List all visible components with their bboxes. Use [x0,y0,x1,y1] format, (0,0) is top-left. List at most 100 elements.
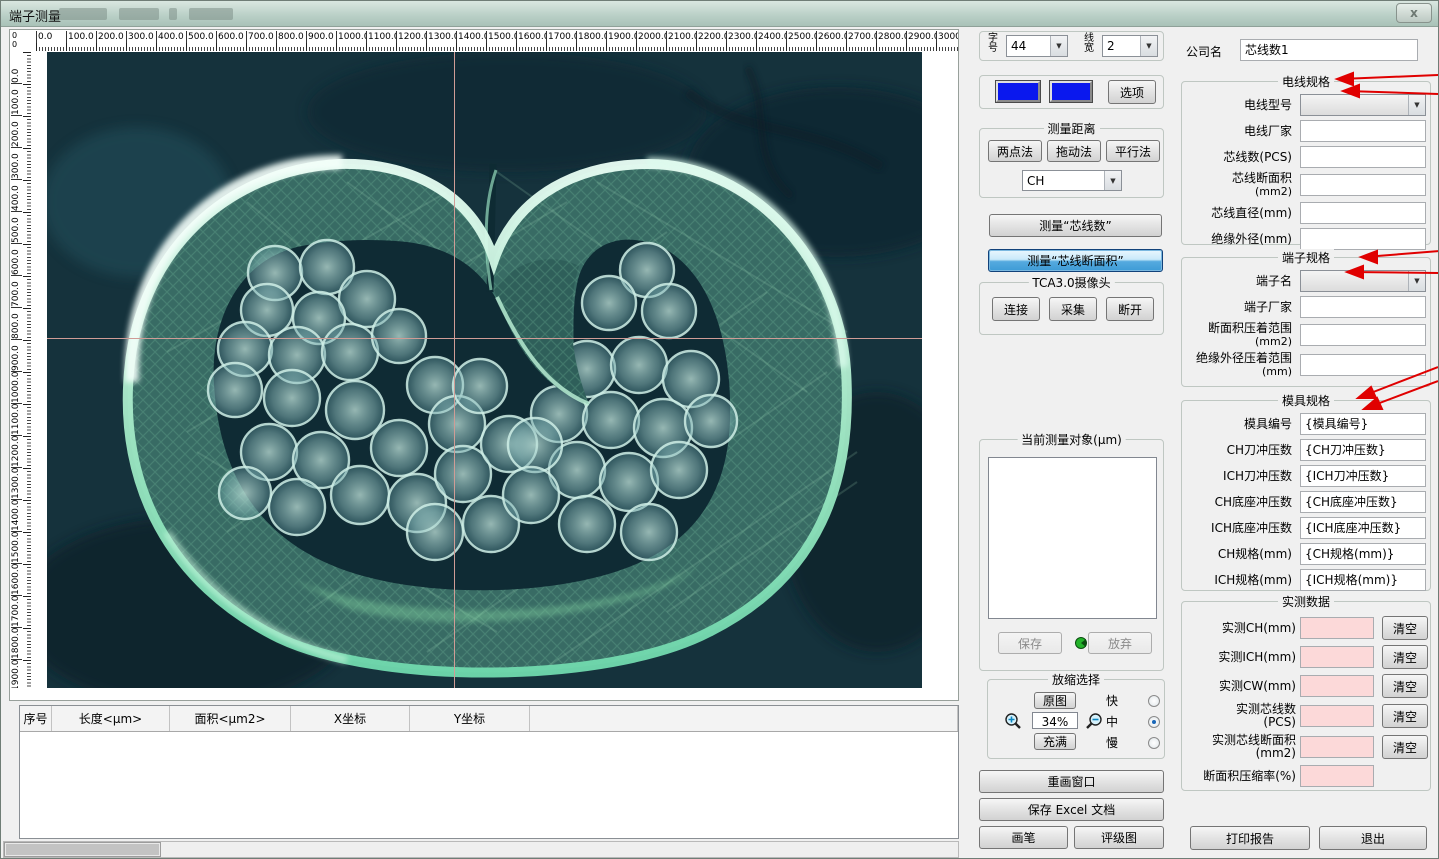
clear-button[interactable]: 清空 [1382,704,1428,728]
zoom-in-icon[interactable] [1004,712,1023,730]
table-column-header[interactable]: 序号 [20,706,52,731]
measure-core-area-button[interactable]: 测量“芯线断面积” [988,249,1163,272]
titlebar-redacted [119,8,159,20]
app-window: 端子测量 x 00 0.0100.0200.0300.0400.0500.060… [0,0,1439,859]
measurement-listbox[interactable] [988,457,1157,619]
table-column-header[interactable]: Y坐标 [410,706,530,731]
title-bar: 端子测量 x [1,1,1438,27]
mold-spec-field-input[interactable]: {ICH底座冲压数} [1300,517,1426,539]
mold-spec-field-input[interactable]: {CH刀冲压数} [1300,439,1426,461]
distance-method-button[interactable]: 拖动法 [1047,140,1101,162]
microscope-image[interactable] [47,52,922,688]
wire-spec-field-input[interactable] [1300,146,1426,168]
zoom-speed-option: 快 [1106,690,1160,711]
color-swatch-1[interactable] [996,81,1040,102]
ruler-top-label: 2800.0 [876,31,906,43]
window-title: 端子测量 [9,6,61,25]
mold-spec-field-input[interactable]: {CH规格(mm)} [1300,543,1426,565]
crosshair-horizontal [47,338,922,339]
mold-spec-field-input[interactable]: {模具编号} [1300,413,1426,435]
wire-spec-field-input[interactable] [1300,202,1426,224]
zoom-speed-radio[interactable] [1148,737,1160,749]
clear-button[interactable]: 清空 [1382,674,1428,698]
ruler-left-label: 1400.0 [11,500,22,532]
ruler-left-label: 600.0 [11,244,22,276]
camera-button[interactable]: 连接 [992,297,1040,321]
save-excel-button[interactable]: 保存 Excel 文档 [979,798,1164,821]
mold-spec-field-input[interactable]: {CH底座冲压数} [1300,491,1426,513]
measured-data-label: 实测芯线数(PCS) [1188,703,1296,729]
ruler-top-label: 0.0 [36,31,66,43]
company-label: 公司名 [1186,43,1222,60]
ruler-left-label: 200.0 [11,116,22,148]
chevron-down-icon: ▼ [1104,171,1121,190]
zoom-speed-option: 中 [1106,711,1160,732]
zoom-fit-button[interactable]: 充满 [1034,733,1076,750]
mold-spec-field: CH底座冲压数{CH底座冲压数} [1188,491,1424,513]
measure-core-count-button[interactable]: 测量“芯线数” [989,214,1162,237]
options-button[interactable]: 选项 [1108,80,1156,104]
ruler-top-label: 700.0 [246,31,276,43]
table-column-header[interactable]: X坐标 [291,706,410,731]
distance-method-button[interactable]: 两点法 [988,140,1042,162]
measured-data-label: 断面积压缩率(%) [1188,770,1296,783]
close-button[interactable]: x [1396,3,1432,23]
wire-spec-field-label: 芯线数(PCS) [1188,151,1292,164]
save-button[interactable]: 保存 [998,632,1062,654]
measured-value-field [1300,705,1374,727]
wire-spec-field-input[interactable] [1300,174,1426,196]
wire-spec-field-label: 电线型号 [1188,99,1292,112]
font-line-group: 字号 44▼ 线宽 2▼ [979,31,1164,61]
wire-spec-field-input[interactable] [1300,228,1426,250]
mold-spec-field-label: CH刀冲压数 [1188,444,1292,457]
measured-data-row: 实测ICH(mm)清空 [1188,645,1424,669]
table-column-header[interactable]: 面积<μm2> [170,706,291,731]
terminal-spec-field-input[interactable] [1300,354,1426,376]
camera-group: TCA3.0摄像头 连接采集断开 [979,282,1164,335]
exit-button[interactable]: 退出 [1319,826,1427,850]
pen-button[interactable]: 画笔 [979,826,1068,849]
ruler-top-label: 2200.0 [696,31,726,43]
zoom-speed-radio[interactable] [1148,716,1160,728]
clear-button[interactable]: 清空 [1382,616,1428,640]
line-width-select[interactable]: 2▼ [1102,35,1158,57]
clear-button[interactable]: 清空 [1382,645,1428,669]
table-column-header[interactable]: 长度<μm> [52,706,170,731]
zoom-original-button[interactable]: 原图 [1034,692,1076,709]
wire-spec-field: 电线型号 ▼ [1188,94,1424,116]
ruler-left-label: 1500.0 [11,532,22,564]
font-size-select[interactable]: 44▼ [1006,35,1068,57]
mold-spec-field: ICH底座冲压数{ICH底座冲压数} [1188,517,1424,539]
terminal-spec-field: 端子名▼ [1188,270,1424,292]
redraw-button[interactable]: 重画窗口 [979,770,1164,793]
horizontal-scrollbar[interactable] [3,841,959,858]
mold-spec-field-input[interactable]: {ICH规格(mm)} [1300,569,1426,591]
zoom-out-icon[interactable] [1084,712,1103,730]
status-icon [1075,636,1088,650]
wire-spec-field-input[interactable] [1300,120,1426,142]
measured-data-row: 实测芯线数(PCS)清空 [1188,703,1424,729]
wire-spec-field-label: 绝缘外径(mm) [1188,233,1292,246]
ruler-top-label: 900.0 [306,31,336,43]
terminal-spec-field-input[interactable] [1300,296,1426,318]
distance-mode-select[interactable]: CH▼ [1022,170,1122,191]
terminal-spec-field-input[interactable] [1300,324,1426,346]
ruler-top-label: 2400.0 [756,31,786,43]
mold-spec-field-input[interactable]: {ICH刀冲压数} [1300,465,1426,487]
color-swatch-2[interactable] [1050,81,1092,102]
mold-spec-field: 模具编号{模具编号} [1188,413,1424,435]
measurement-table[interactable]: 序号长度<μm>面积<μm2>X坐标Y坐标 [19,705,959,839]
print-report-button[interactable]: 打印报告 [1190,826,1310,850]
wire-spec-field-select[interactable]: ▼ [1300,94,1426,116]
ruler-top-label: 300.0 [126,31,156,43]
camera-button[interactable]: 采集 [1049,297,1097,321]
rating-chart-button[interactable]: 评级图 [1074,826,1164,849]
company-input[interactable]: 芯线数1 [1240,39,1418,61]
clear-button[interactable]: 清空 [1382,735,1428,759]
zoom-speed-radio[interactable] [1148,695,1160,707]
camera-button[interactable]: 断开 [1106,297,1154,321]
discard-button[interactable]: 放弃 [1088,632,1152,654]
distance-method-button[interactable]: 平行法 [1106,140,1160,162]
scrollbar-thumb[interactable] [5,843,160,856]
terminal-spec-field-select[interactable]: ▼ [1300,270,1426,292]
